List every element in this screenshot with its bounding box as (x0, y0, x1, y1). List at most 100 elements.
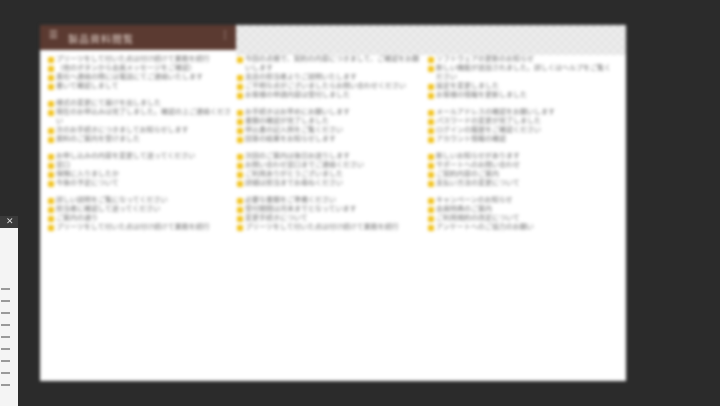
list-item: 貴社へ連絡の際には電話にてご連絡いたします (48, 73, 236, 82)
list-item-text: 貴社へ連絡の際には電話にてご連絡いたします (56, 73, 203, 81)
close-icon[interactable]: ✕ (6, 216, 14, 228)
bullet-icon (428, 225, 434, 231)
list-item: 詳しい説明をご覧になってください (48, 196, 236, 205)
list-item: メールアドレスの確認をお願いします (428, 108, 616, 117)
list-item-text: 回答の結果をお知らせします (245, 135, 336, 143)
list-item-text: ご利用規約の改定について (436, 214, 520, 222)
bullet-icon (48, 207, 54, 213)
list-item-text: 新しい機能が追加されました。詳しくはヘルプをご覧ください (436, 64, 611, 81)
list-item: 次回のご案内は後日お送りします (237, 152, 425, 161)
bullet-icon (237, 225, 243, 231)
list-item: 回答の結果をお知らせします (237, 135, 425, 144)
list-item: 書類の確認が完了しました (237, 117, 425, 126)
list-item: ご不明な点がございましたらお問い合わせください (237, 82, 425, 91)
list-item: お申し込みの内容を変更して送ってください (48, 152, 236, 161)
bullet-icon (237, 93, 243, 99)
document-viewer: ☰ 製品資料閲覧 ⋮ プリーツをして付いた点は付け続けて業務を続行 （他のボタンか… (40, 25, 626, 381)
bullet-icon (48, 110, 54, 116)
list-item: 担当者に確認して送ってください (48, 205, 236, 214)
bullet-icon (237, 207, 243, 213)
bullet-icon (237, 137, 243, 143)
list-item-text: 変更手続きについて (245, 214, 308, 222)
bullet-icon (48, 225, 54, 231)
bullet-icon (237, 172, 243, 178)
bullet-icon (48, 198, 54, 204)
list-item-text: 受付期間は月末までとなっています (245, 205, 357, 213)
list-item: プリーツをして付いた点は付け続けて業務を続行 (237, 223, 425, 232)
list-item-text: お問い合わせ窓口までご連絡ください (245, 161, 364, 169)
list-item-text: （他のボタンから会員メッセージをご確認） (56, 64, 196, 72)
list-item-text: ご案内の通り (56, 214, 98, 222)
bullet-icon (237, 128, 243, 134)
list-item: お客様の情報を更新しました (428, 91, 616, 100)
list-item-text: お客様の情報を更新しました (436, 91, 527, 99)
list-item-text: 今後の予定について (56, 179, 119, 187)
bullet-icon (48, 66, 54, 72)
bullet-icon (428, 172, 434, 178)
list-item: お客様の申請内容は受付しました (237, 91, 425, 100)
window-title: 製品資料閲覧 (68, 35, 134, 46)
bullet-icon (48, 216, 54, 222)
bullet-icon (237, 57, 243, 63)
list-item-text: ログインの履歴をご確認ください (436, 126, 541, 134)
list-item-text: パスワードの変更が完了しました (436, 117, 541, 125)
bullet-icon (237, 163, 243, 169)
list-item-text: ご利用ありがとうございました (245, 170, 343, 178)
bullet-icon (428, 93, 434, 99)
bullet-icon (428, 137, 434, 143)
transparent-backdrop (236, 25, 626, 55)
bullet-icon (48, 181, 54, 187)
list-item: 今回の点検で、契約の内容につきまして、ご確認をお願いします (237, 55, 425, 73)
bullet-icon (237, 75, 243, 81)
list-item-text: 担当者に確認して送ってください (56, 205, 161, 213)
list-item: ソフトウェアの更新のお知らせ (428, 55, 616, 64)
list-item: アンケートへのご協力のお願い (428, 223, 616, 232)
list-item-text: ソフトウェアの更新のお知らせ (436, 55, 534, 63)
list-item-text: お手続きはお早めにお願いします (245, 108, 350, 116)
bullet-icon (48, 57, 54, 63)
list-item: 支払い方法の変更について (428, 179, 616, 188)
list-item-text: ご不明な点がございましたらお問い合わせください (245, 82, 406, 90)
bullet-icon (48, 101, 54, 107)
side-panel-text (1, 288, 10, 396)
bullet-icon (237, 110, 243, 116)
bullet-icon (237, 84, 243, 90)
list-item: キャンペーンのお知らせ (428, 196, 616, 205)
list-item-text: 会員特典のご案内 (436, 205, 492, 213)
list-item-text: 今回の点検で、契約の内容につきまして、ご確認をお願いします (245, 55, 420, 72)
list-item-text: 保険に入りましたか (56, 170, 119, 178)
list-item: プリーツをして付いた点は付け続けて業務を続行 (48, 55, 236, 64)
list-item: （他のボタンから会員メッセージをご確認） (48, 64, 236, 73)
title-bar: ☰ 製品資料閲覧 ⋮ (40, 25, 236, 50)
list-item: 現在のお申込みは完了しました。確認の上ご連絡ください (48, 108, 236, 126)
list-item: 詳細は担当までお尋ねください (237, 179, 425, 188)
list-item: パスワードの変更が完了しました (428, 117, 616, 126)
bullet-icon (428, 128, 434, 134)
bullet-icon (48, 163, 54, 169)
list-item: アカウント情報の確認 (428, 135, 616, 144)
list-item: 書いて確認しまして (48, 82, 236, 91)
list-item-text: プリーツをして付いた点は付け続けて業務を続行 (56, 55, 210, 63)
list-item-text: アカウント情報の確認 (436, 135, 506, 143)
list-item: 資料のご案内を受けました (48, 135, 236, 144)
list-item: 今後の予定について (48, 179, 236, 188)
more-icon[interactable]: ⋮ (220, 30, 230, 41)
list-item-text: 様式の変更にて届けを出しました (56, 99, 161, 107)
bullet-icon (428, 110, 434, 116)
bullet-icon (48, 154, 54, 160)
list-item-text: 書いて確認しまして (56, 82, 119, 90)
list-item-text: プリーツをして付いた点は付け続けて業務を続行 (56, 223, 210, 231)
bullet-icon (428, 198, 434, 204)
menu-icon[interactable]: ☰ (49, 30, 58, 41)
bullet-icon (48, 128, 54, 134)
list-item: プリーツをして付いた点は付け続けて業務を続行 (48, 223, 236, 232)
bullet-icon (428, 66, 434, 72)
list-item: 窓口 (48, 161, 236, 170)
list-item-text: 現在のお申込みは完了しました。確認の上ご連絡ください (56, 108, 231, 125)
list-item-text: 書類の確認が完了しました (245, 117, 329, 125)
list-item-text: お客様の申請内容は受付しました (245, 91, 350, 99)
list-item-text: 詳しい説明をご覧になってください (56, 196, 168, 204)
list-item-text: 必要な書類をご準備ください (245, 196, 336, 204)
list-item: 変更手続きについて (237, 214, 425, 223)
list-item: お手続きはお早めにお願いします (237, 108, 425, 117)
